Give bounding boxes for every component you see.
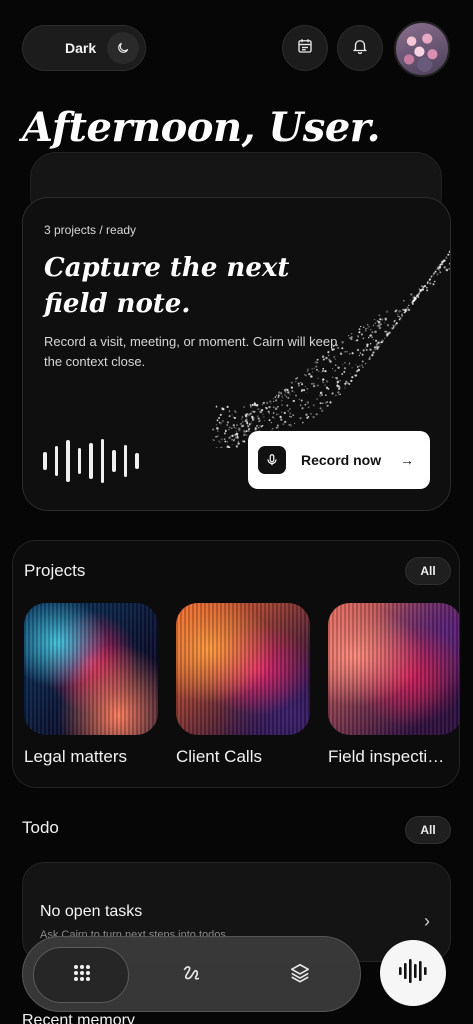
theme-toggle[interactable]: Dark xyxy=(22,25,146,71)
project-card-field-inspection[interactable] xyxy=(328,603,459,735)
project-card-client-calls[interactable] xyxy=(176,603,310,735)
record-now-button[interactable]: Record now → xyxy=(248,431,430,489)
record-now-label: Record now xyxy=(301,452,382,468)
hero-description: Record a visit, meeting, or moment. Cair… xyxy=(44,334,338,369)
project-card-legal-matters[interactable] xyxy=(24,603,158,735)
voice-record-button[interactable] xyxy=(380,940,446,1006)
hero-title: Capture the next field note. xyxy=(44,253,290,319)
grid-icon xyxy=(72,963,92,988)
nav-layers[interactable] xyxy=(280,955,320,995)
layers-icon xyxy=(289,962,311,989)
scribble-icon xyxy=(180,962,202,989)
project-label: Client Calls xyxy=(176,747,262,766)
todo-all-button[interactable]: All xyxy=(405,816,451,844)
project-label: Legal matters xyxy=(24,747,127,766)
projects-all-button[interactable]: All xyxy=(405,557,451,585)
arrow-right-icon: → xyxy=(400,452,414,468)
todo-empty-title: No open tasks xyxy=(40,903,143,920)
projects-section: Projects All Legal matters Client Calls … xyxy=(12,540,460,788)
hero-card: 3 projects / ready Capture the next fiel… xyxy=(22,197,451,511)
bottom-navigation xyxy=(22,936,361,1012)
greeting-heading: Afternoon, User. xyxy=(22,104,381,151)
recent-memory-title: Recent memory xyxy=(22,1012,135,1024)
nav-notes[interactable] xyxy=(171,955,211,995)
calendar-button[interactable] xyxy=(282,25,328,71)
chevron-right-icon: › xyxy=(424,911,430,931)
theme-label: Dark xyxy=(65,40,97,56)
waveform-icon xyxy=(43,438,139,484)
projects-title: Projects xyxy=(24,561,86,580)
moon-icon xyxy=(107,32,139,64)
nav-home[interactable] xyxy=(62,955,102,995)
notifications-button[interactable] xyxy=(337,25,383,71)
todo-title: Todo xyxy=(22,818,59,837)
bell-icon xyxy=(351,37,369,60)
calendar-icon xyxy=(296,37,314,60)
hero-meta: 3 projects / ready xyxy=(44,223,137,237)
microphone-icon xyxy=(258,446,286,474)
waveform-icon xyxy=(398,958,428,989)
avatar[interactable] xyxy=(394,21,450,77)
project-label: Field inspecti… xyxy=(328,747,445,766)
